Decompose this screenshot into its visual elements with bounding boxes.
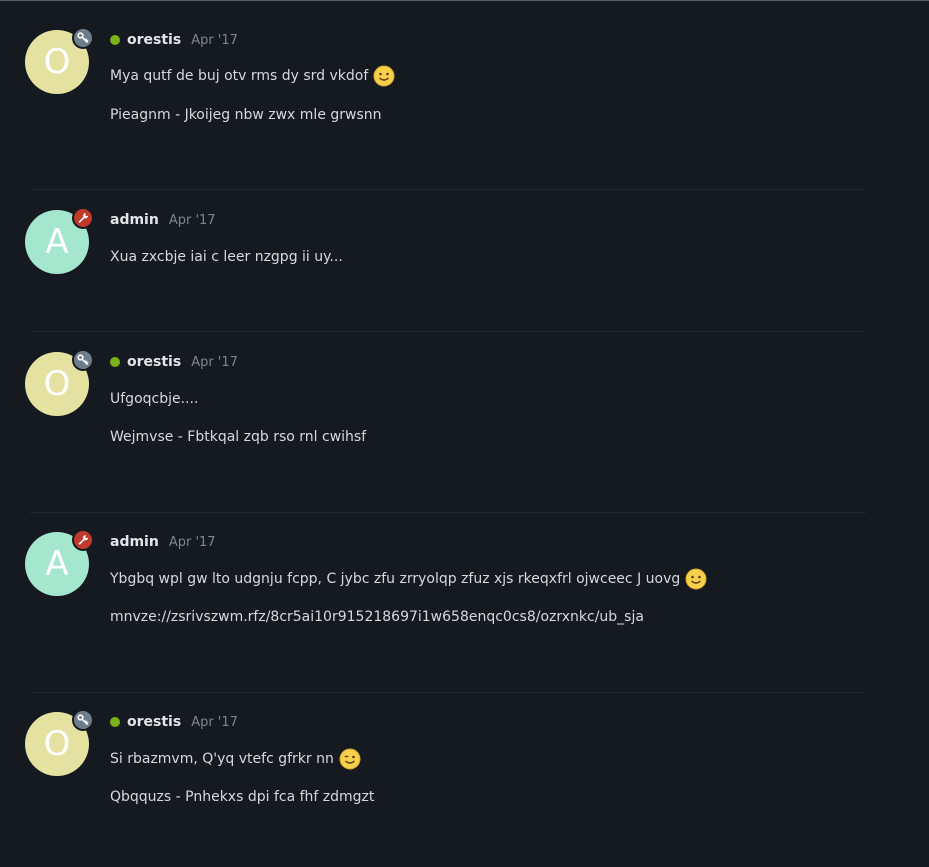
post-text: Pieagnm - Jkoijeg nbw zwx mle grwsnn — [110, 104, 382, 126]
post-meta: admin Apr '17 — [110, 532, 216, 552]
post-divider — [30, 692, 866, 693]
wrench-icon — [72, 529, 94, 551]
username-link[interactable]: admin — [110, 212, 159, 228]
post-text: Wejmvse - Fbtkqal zqb rso rnl cwihsf — [110, 426, 366, 448]
post-text: Qbqquzs - Pnhekxs dpi fca fhf zdmgzt — [110, 786, 374, 808]
username-link[interactable]: admin — [110, 534, 159, 550]
online-indicator — [110, 357, 120, 367]
slightly-smiling-face-icon — [373, 65, 395, 87]
post-divider — [30, 331, 866, 332]
post-date[interactable]: Apr '17 — [191, 355, 238, 370]
post-link-text[interactable]: mnvze://zsrivszwm.rfz/8cr5ai10r915218697… — [110, 609, 644, 625]
post-text-content: Ybgbq wpl gw lto udgnju fcpp, C jybc zfu… — [110, 571, 681, 587]
username-link[interactable]: orestis — [127, 354, 181, 370]
post-date[interactable]: Apr '17 — [169, 535, 216, 550]
post-text: Si rbazmvm, Q'yq vtefc gfrkr nn — [110, 748, 361, 770]
post-text-content: Wejmvse - Fbtkqal zqb rso rnl cwihsf — [110, 429, 367, 445]
post-meta: orestis Apr '17 — [110, 352, 238, 372]
post-date[interactable]: Apr '17 — [191, 715, 238, 730]
post-divider — [30, 512, 866, 513]
slightly-smiling-face-icon — [685, 568, 707, 590]
post-text-content: Mya qutf de buj otv rms dy srd vkdof — [110, 68, 369, 84]
key-icon — [72, 349, 94, 371]
post-text: Xua zxcbje iai c leer nzgpg ii uy... — [110, 246, 343, 268]
username-link[interactable]: orestis — [127, 32, 181, 48]
winking-face-icon — [339, 748, 361, 770]
key-icon — [72, 27, 94, 49]
post-text: Mya qutf de buj otv rms dy srd vkdof — [110, 65, 395, 87]
wrench-icon — [72, 207, 94, 229]
post-link[interactable]: mnvze://zsrivszwm.rfz/8cr5ai10r915218697… — [110, 606, 644, 628]
post-meta: orestis Apr '17 — [110, 712, 238, 732]
post-text-content: Si rbazmvm, Q'yq vtefc gfrkr nn — [110, 751, 334, 767]
post-date[interactable]: Apr '17 — [169, 213, 216, 228]
post-date[interactable]: Apr '17 — [191, 33, 238, 48]
post-text: Ufgoqcbje.... — [110, 388, 198, 410]
post-divider — [30, 189, 866, 190]
post-text-content: Ufgoqcbje.... — [110, 391, 199, 407]
post-meta: orestis Apr '17 — [110, 30, 238, 50]
post-text: Ybgbq wpl gw lto udgnju fcpp, C jybc zfu… — [110, 568, 707, 590]
post-text-content: Xua zxcbje iai c leer nzgpg ii uy... — [110, 249, 343, 265]
username-link[interactable]: orestis — [127, 714, 181, 730]
post-text-content: Pieagnm - Jkoijeg nbw zwx mle grwsnn — [110, 107, 382, 123]
online-indicator — [110, 35, 120, 45]
post-text-content: Qbqquzs - Pnhekxs dpi fca fhf zdmgzt — [110, 789, 375, 805]
topic-thread: O orestis Apr '17 Mya qutf de buj otv rm… — [0, 0, 929, 867]
key-icon — [72, 709, 94, 731]
online-indicator — [110, 717, 120, 727]
post-meta: admin Apr '17 — [110, 210, 216, 230]
